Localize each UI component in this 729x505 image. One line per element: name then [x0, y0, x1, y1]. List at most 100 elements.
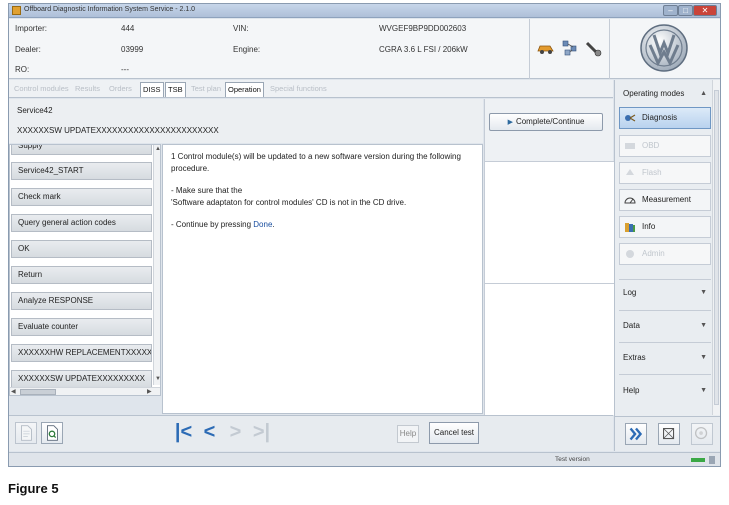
measurement-button[interactable]: Measurement — [619, 189, 711, 211]
info-label: Info — [642, 222, 656, 231]
log-label: Log — [623, 288, 637, 297]
list-item[interactable]: Supply — [11, 145, 152, 155]
expand-icon: ▼ — [700, 387, 707, 394]
vw-logo — [640, 24, 688, 72]
instruction-panel: 1 Control module(s) will be updated to a… — [162, 144, 483, 414]
list-item[interactable]: XXXXXXHW REPLACEMENTXXXXX — [11, 344, 152, 362]
list-horizontal-scrollbar[interactable]: ◀ ▶ — [10, 387, 160, 395]
first-step-button[interactable]: |< — [171, 420, 196, 446]
app-window: Offboard Diagnostic Information System S… — [8, 3, 721, 467]
section-divider — [619, 310, 711, 311]
cancel-test-button[interactable]: Cancel test — [429, 422, 479, 444]
operating-modes-label: Operating modes — [623, 89, 685, 98]
log-section[interactable]: Log ▼ — [619, 283, 711, 303]
tab-diss[interactable]: DISS — [140, 82, 164, 97]
info-button[interactable]: Info — [619, 216, 711, 238]
list-item[interactable]: Check mark — [11, 188, 152, 206]
panel-scrollbar[interactable] — [712, 80, 720, 415]
list-item[interactable]: XXXXXXSW UPDATEXXXXXXXXX — [11, 370, 152, 388]
section-divider — [619, 342, 711, 343]
scroll-left-icon[interactable]: ◀ — [11, 388, 16, 395]
last-step-button[interactable]: >| — [249, 420, 274, 446]
previous-step-button[interactable]: < — [197, 420, 222, 446]
flash-button[interactable]: Flash — [619, 162, 711, 184]
instruction-text: . — [272, 220, 275, 229]
figure-caption: Figure 5 — [8, 481, 59, 496]
double-chevron-right-icon — [629, 427, 643, 441]
scroll-down-icon[interactable]: ▼ — [154, 375, 160, 383]
procedure-title: Service42 — [17, 106, 53, 115]
title-bar[interactable]: Offboard Diagnostic Information System S… — [9, 4, 720, 18]
data-label: Data — [623, 321, 640, 330]
close-button[interactable]: ✕ — [693, 5, 717, 16]
tab-tsb[interactable]: TSB — [165, 82, 186, 97]
list-item[interactable]: OK — [11, 240, 152, 258]
list-item[interactable]: Query general action codes — [11, 214, 152, 232]
connector-icon — [585, 41, 602, 57]
document-icon — [21, 425, 32, 441]
engine-value: CGRA 3.6 L FSI / 206kW — [379, 45, 468, 54]
panel-scroll-thumb[interactable] — [714, 90, 719, 405]
scroll-right-icon[interactable]: ▶ — [147, 388, 152, 395]
car-icon — [537, 45, 554, 54]
tab-control-modules[interactable]: Control modules — [12, 82, 71, 97]
collapse-icon: ▲ — [700, 90, 707, 97]
dealer-value: 03999 — [121, 45, 144, 54]
ro-label: RO: — [15, 65, 30, 74]
document-search-icon — [47, 425, 58, 441]
list-item[interactable]: Evaluate counter — [11, 318, 152, 336]
help-button[interactable]: Help — [397, 425, 419, 443]
flash-icon — [626, 169, 634, 175]
done-link[interactable]: Done — [253, 220, 272, 229]
complete-continue-button[interactable]: ▶ Complete/Continue — [489, 113, 603, 131]
flash-label: Flash — [642, 168, 662, 177]
status-text: Test version — [555, 456, 590, 463]
forward-button[interactable] — [625, 423, 647, 445]
list-item[interactable]: Service42_START — [11, 162, 152, 180]
engine-label: Engine: — [233, 45, 261, 54]
list-item[interactable]: Return — [11, 266, 152, 284]
minimize-button[interactable]: – — [663, 5, 678, 16]
help-section-label: Help — [623, 386, 640, 395]
diagnosis-label: Diagnosis — [642, 113, 678, 122]
logo-divider — [609, 19, 610, 79]
operating-modes-header[interactable]: Operating modes ▲ — [619, 84, 711, 104]
importer-label: Importer: — [15, 24, 48, 33]
tab-results[interactable]: Results — [73, 82, 102, 97]
connection-status-icon — [691, 458, 705, 462]
maximize-button[interactable]: □ — [678, 5, 693, 16]
extras-section[interactable]: Extras ▼ — [619, 348, 711, 368]
measurement-label: Measurement — [642, 195, 691, 204]
status-bar: Test version — [9, 452, 720, 466]
procedure-step-list: Supply Service42_START Check mark Query … — [9, 144, 161, 396]
next-step-button[interactable]: > — [223, 420, 248, 446]
connection-icons — [537, 39, 603, 59]
network-icon — [562, 40, 577, 56]
section-divider — [619, 279, 711, 280]
scroll-thumb[interactable] — [20, 389, 56, 395]
procedure-subtitle: XXXXXXSW UPDATEXXXXXXXXXXXXXXXXXXXXXXX — [17, 126, 219, 135]
data-section[interactable]: Data ▼ — [619, 316, 711, 336]
scroll-up-icon[interactable]: ▲ — [154, 145, 160, 153]
vehicle-info-bar: Importer: 444 Dealer: 03999 RO: --- VIN:… — [9, 19, 720, 79]
diagnosis-button[interactable]: Diagnosis — [619, 107, 711, 129]
list-item[interactable]: Analyze RESPONSE — [11, 292, 152, 310]
tab-test-plan[interactable]: Test plan — [189, 82, 223, 97]
document-button[interactable] — [15, 422, 37, 444]
stop-icon — [695, 427, 708, 440]
diagnosis-icon — [625, 114, 636, 122]
instruction-line: 1 Control module(s) will be updated to a… — [171, 152, 461, 161]
help-section[interactable]: Help ▼ — [619, 381, 711, 401]
admin-button[interactable]: Admin — [619, 243, 711, 265]
operating-modes-panel: Operating modes ▲ Diagnosis OBD Flash Mea… — [614, 80, 720, 451]
obd-button[interactable]: OBD — [619, 135, 711, 157]
list-vertical-scrollbar[interactable]: ▲ ▼ — [153, 145, 160, 385]
document-search-button[interactable] — [41, 422, 63, 444]
chevron-left-icon: < — [203, 421, 216, 443]
stop-button[interactable] — [691, 423, 713, 445]
screenshot-button[interactable] — [658, 423, 680, 445]
tab-operation[interactable]: Operation — [225, 82, 264, 97]
tab-orders[interactable]: Orders — [107, 82, 134, 97]
books-icon — [625, 223, 635, 232]
tab-special-functions[interactable]: Special functions — [268, 82, 329, 97]
